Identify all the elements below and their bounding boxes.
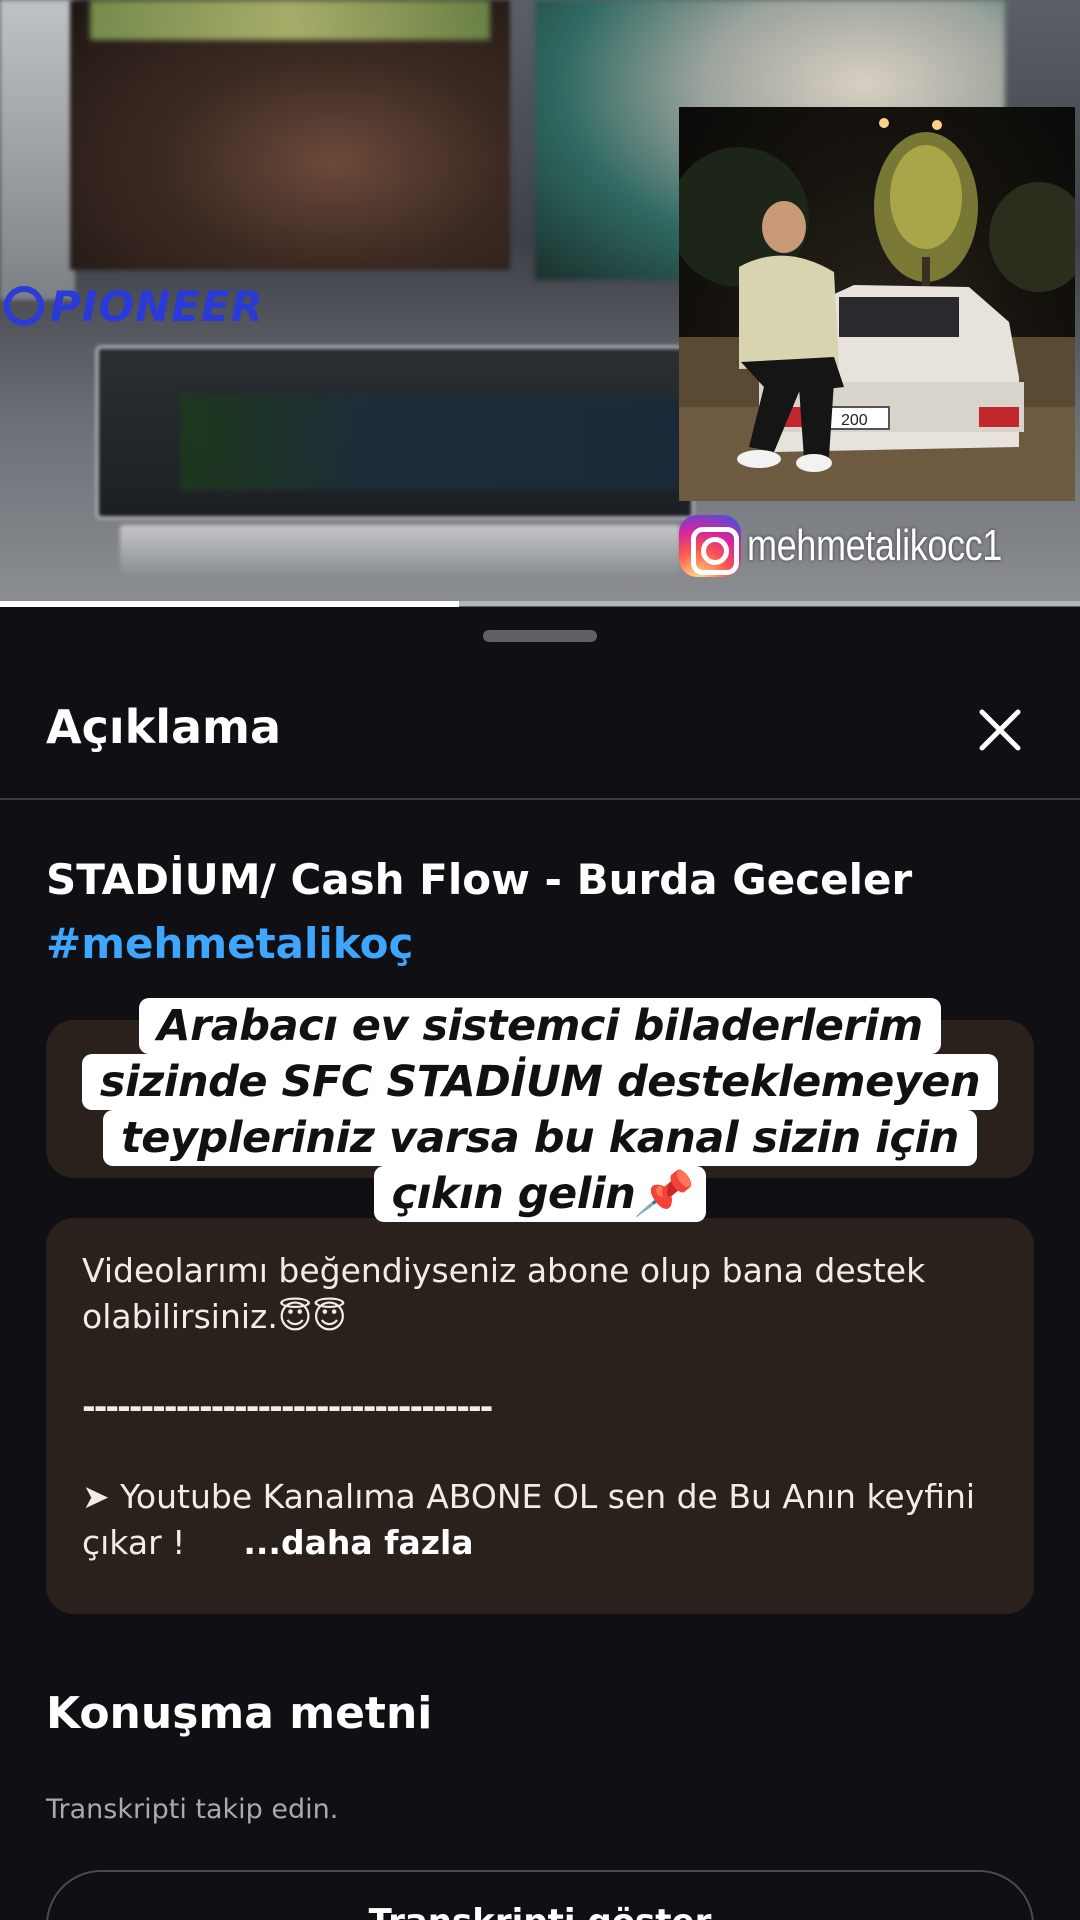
transcript-section-subtitle: Transkripti takip edin. xyxy=(46,1794,339,1825)
album-cover-title-blur xyxy=(90,0,490,40)
instagram-handle-text: mehmetalikocc1 xyxy=(747,521,1002,570)
brand-logo-text: PIONEER xyxy=(50,281,264,331)
brand-logo-icon xyxy=(4,286,44,326)
show-transcript-button[interactable]: Transkripti göster xyxy=(46,1870,1034,1920)
sticker-line: çıkın gelin📌 xyxy=(373,1166,707,1222)
sticker-line: Arabacı ev sistemci biladerlerim xyxy=(139,998,941,1054)
description-divider: ----------------------------------- xyxy=(82,1387,493,1426)
header-divider xyxy=(0,798,1080,800)
show-transcript-label: Transkripti göster xyxy=(369,1902,712,1920)
hashtag-link[interactable]: #mehmetalikoç xyxy=(46,912,1036,976)
description-sheet: Açıklama STADİUM/ Cash Flow - Burda Gece… xyxy=(0,608,1080,1920)
sticker-line: sizinde SFC STADİUM desteklemeyen xyxy=(81,1054,999,1110)
video-player[interactable]: PIONEER 200 mehmetalikocc1 xyxy=(0,0,1080,606)
overlay-sticker-caption: Arabacı ev sistemci biladerlerim sizinde… xyxy=(0,998,1080,1222)
car-stereo-buttons xyxy=(120,525,680,575)
video-title: STADİUM/ Cash Flow - Burda Geceler #mehm… xyxy=(46,848,1036,976)
video-background xyxy=(0,0,75,300)
description-box[interactable]: Videolarımı beğendiyseniz abone olup ban… xyxy=(46,1218,1034,1614)
close-button[interactable] xyxy=(970,700,1030,760)
instagram-icon xyxy=(679,515,741,577)
close-icon xyxy=(979,709,1021,751)
show-more-link[interactable]: ...daha fazla xyxy=(243,1523,473,1562)
video-title-text: STADİUM/ Cash Flow - Burda Geceler xyxy=(46,855,913,904)
video-progress-fill xyxy=(0,601,459,607)
car-stereo-display xyxy=(180,395,680,490)
sheet-title: Açıklama xyxy=(46,700,282,754)
description-text: Videolarımı beğendiyseniz abone olup ban… xyxy=(82,1251,926,1336)
channel-line-text: ➤ Youtube Kanalıma ABONE OL sen de Bu An… xyxy=(82,1477,976,1562)
transcript-section-title: Konuşma metni xyxy=(46,1688,433,1739)
stereo-brand-logo: PIONEER xyxy=(4,281,364,331)
license-plate: 200 xyxy=(841,412,868,429)
sticker-line: teypleriniz varsa bu kanal sizin için xyxy=(103,1110,977,1166)
description-channel-line: ➤ Youtube Kanalıma ABONE OL sen de Bu An… xyxy=(82,1474,998,1566)
sheet-drag-handle[interactable] xyxy=(483,630,597,642)
instagram-handle: mehmetalikocc1 xyxy=(679,515,1058,577)
creator-photo: 200 xyxy=(679,107,1075,501)
app-screen: PIONEER 200 mehmetalikocc1 Açıklama STAD… xyxy=(0,0,1080,1920)
album-cover-left xyxy=(70,0,510,270)
